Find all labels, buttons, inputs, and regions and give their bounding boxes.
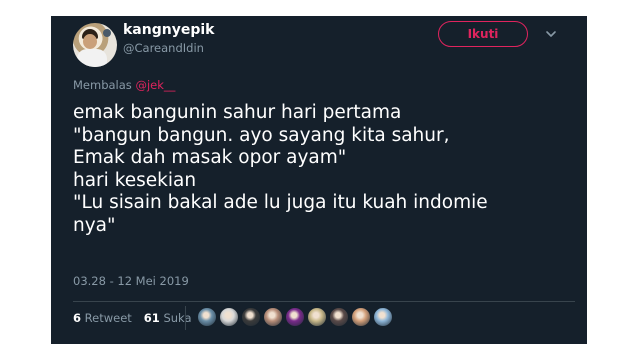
retweet-count: 6: [73, 311, 82, 325]
retweet-label: Retweet: [84, 311, 132, 325]
liker-avatar-6[interactable]: [307, 307, 327, 327]
liker-avatar-7[interactable]: [329, 307, 349, 327]
liker-avatar-8[interactable]: [351, 307, 371, 327]
stats-divider: [185, 306, 186, 330]
tweet-stats: 6 Retweet 61 Suka: [73, 311, 192, 325]
liker-avatar-2[interactable]: [219, 307, 239, 327]
liker-avatar-1[interactable]: [197, 307, 217, 327]
reply-context: Membalas @jek__: [73, 78, 175, 92]
chevron-down-icon[interactable]: [543, 26, 559, 42]
reply-prefix: Membalas: [73, 78, 132, 92]
tweet-text-line: hari kesekian: [73, 169, 197, 191]
reply-mention-link[interactable]: @jek__: [135, 78, 175, 92]
author-handle[interactable]: @CareandIdin: [123, 41, 204, 55]
tweet-card: kangnyepik @CareandIdin Ikuti Membalas @…: [51, 16, 587, 344]
liker-avatar-4[interactable]: [263, 307, 283, 327]
tweet-text-line: Emak dah masak opor ayam": [73, 147, 347, 168]
tweet-text-line: "Lu sisain bakal ade lu juga itu kuah in…: [73, 192, 488, 213]
liker-avatar-3[interactable]: [241, 307, 261, 327]
tweet-text-line: "bangun bangun. ayo sayang kita sahur,: [73, 124, 450, 146]
tweet-text: emak bangunin sahur hari pertama "bangun…: [73, 102, 578, 237]
liker-avatar-9[interactable]: [373, 307, 393, 327]
author-name[interactable]: kangnyepik: [123, 22, 214, 39]
liker-avatar-5[interactable]: [285, 307, 305, 327]
like-label: Suka: [163, 311, 192, 325]
tweet-text-line: nya": [73, 214, 116, 236]
retweet-stat[interactable]: 6 Retweet: [73, 311, 132, 325]
tweet-timestamp[interactable]: 03.28 - 12 Mei 2019: [73, 274, 189, 288]
tweet-text-line: emak bangunin sahur hari pertama: [73, 102, 402, 123]
author-avatar[interactable]: [73, 23, 117, 67]
like-count: 61: [143, 311, 160, 325]
follow-button[interactable]: Ikuti: [438, 21, 528, 47]
divider: [73, 301, 575, 302]
